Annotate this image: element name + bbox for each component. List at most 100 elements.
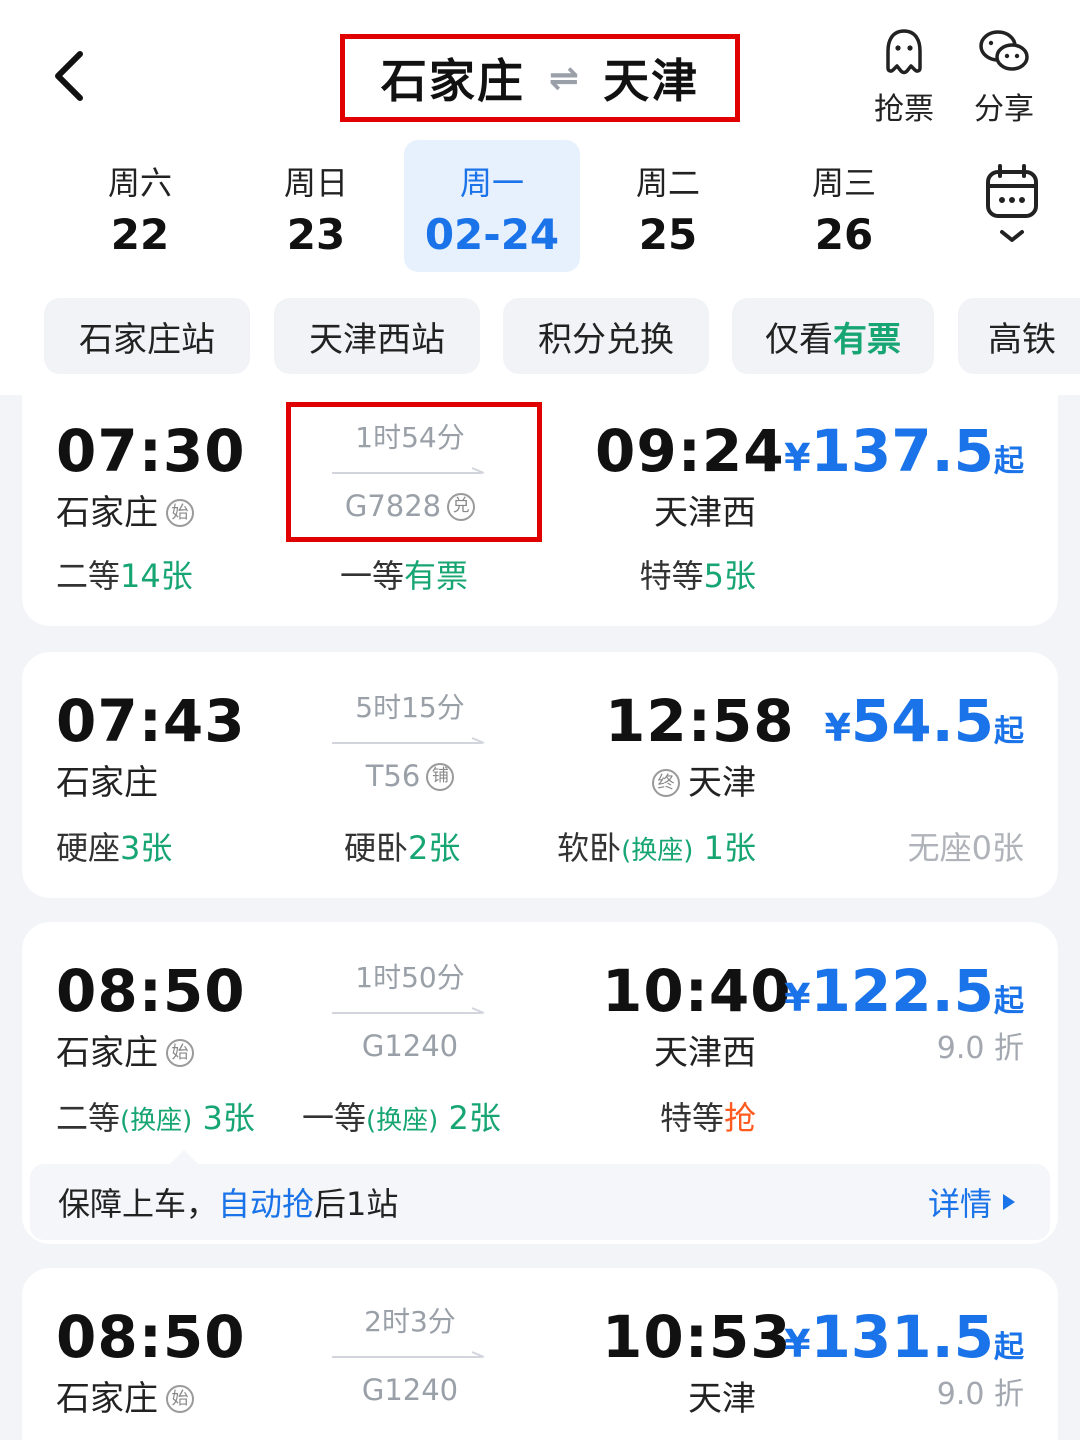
depart-station: 石家庄 始 — [56, 1036, 194, 1070]
price-suffix: 起 — [994, 984, 1024, 1019]
filter-chip-destination-station[interactable]: 天津西站 — [274, 298, 480, 374]
seat-note: (换座) — [621, 836, 694, 866]
arrive-time: 12:58 — [605, 687, 795, 755]
duration: 2时3分 — [364, 1305, 456, 1338]
currency-symbol: ¥ — [824, 706, 851, 750]
train-card[interactable]: 08:50 石家庄 始 1时50分 G1240 10:40 天津西 ¥122.5… — [22, 922, 1058, 1244]
depart-time: 08:50 — [56, 1303, 246, 1371]
seat-label: 二等 — [56, 557, 121, 595]
seat-note: (换座) — [120, 1106, 193, 1136]
header: 石家庄 ⇌ 天津 抢票 分享 周六 22 周日 23 周一 02-24 周二 2… — [0, 0, 1080, 395]
origin-tag: 始 — [166, 1039, 194, 1067]
arrive-time: 10:53 — [602, 1303, 792, 1371]
seat-second-class: 二等(换座) 3张 — [56, 1102, 255, 1134]
swap-icon[interactable]: ⇌ — [549, 58, 579, 99]
arrow-icon — [332, 737, 485, 744]
seat-unit: 张 — [160, 557, 193, 595]
price-value: 137.5 — [810, 417, 994, 485]
date-day: 02-24 — [424, 210, 560, 259]
destination-city: 天津 — [603, 54, 700, 108]
filter-chip-label: 仅看 — [765, 319, 833, 360]
depart-station: 石家庄 始 — [56, 496, 194, 530]
train-info: 1时50分 G1240 — [290, 964, 530, 1061]
station-name: 天津 — [688, 1379, 756, 1419]
seat-label: 硬座 — [56, 829, 121, 867]
duration: 5时15分 — [355, 691, 465, 724]
currency-symbol: ¥ — [784, 436, 811, 480]
share-label: 分享 — [974, 92, 1034, 127]
date-day: 25 — [638, 210, 698, 259]
wechat-icon — [979, 30, 1029, 71]
filter-chip-points-exchange[interactable]: 积分兑换 — [503, 298, 709, 374]
date-weekday: 周二 — [635, 164, 700, 202]
seat-count: 2 — [408, 829, 429, 867]
station-name: 石家庄 — [56, 763, 158, 803]
detail-link[interactable]: 详情 — [928, 1179, 1016, 1225]
seat-status: 有票 — [404, 557, 469, 595]
train-number: G1240 — [361, 1373, 459, 1407]
seat-label: 软卧 — [557, 829, 622, 867]
seat-premium: 特等5张 — [640, 560, 756, 592]
date-tab[interactable]: 周六 22 — [52, 140, 228, 272]
sleeper-tag: 铺 — [426, 762, 455, 791]
filter-chip-origin-station[interactable]: 石家庄站 — [44, 298, 250, 374]
pointer-caret — [170, 1150, 198, 1164]
train-card[interactable]: 07:43 石家庄 5时15分 T56 铺 12:58 终 天津 ¥54.5起 硬… — [22, 652, 1058, 898]
train-card[interactable]: 08:50 石家庄 始 2时3分 G1240 10:53 天津 ¥131.5起 … — [22, 1268, 1058, 1440]
station-name: 石家庄 — [56, 493, 158, 533]
currency-symbol: ¥ — [784, 976, 811, 1020]
arrive-time: 10:40 — [602, 957, 792, 1025]
share-button[interactable]: 分享 — [964, 26, 1044, 128]
date-weekday: 周日 — [283, 164, 348, 202]
terminal-tag: 终 — [652, 769, 680, 797]
train-number: T56 — [365, 759, 421, 793]
date-weekday: 周六 — [107, 164, 172, 202]
filter-chip-high-speed[interactable]: 高铁 — [958, 298, 1080, 374]
train-number: G1240 — [361, 1029, 459, 1063]
depart-time: 07:43 — [56, 687, 246, 755]
currency-symbol: ¥ — [784, 1322, 811, 1366]
grab-ticket-button[interactable]: 抢票 — [864, 26, 944, 128]
seat-unit: 张 — [723, 557, 756, 595]
date-tab[interactable]: 周日 23 — [228, 140, 404, 272]
auto-grab-link[interactable]: 自动抢 — [218, 1179, 314, 1225]
origin-tag: 始 — [166, 499, 194, 527]
origin-city: 石家庄 — [380, 54, 525, 108]
date-tab[interactable]: 周二 25 — [580, 140, 756, 272]
arrive-station: 终 天津 — [652, 766, 756, 800]
seat-count: 5 — [703, 557, 724, 595]
seat-count: 14 — [120, 557, 161, 595]
guarantee-banner[interactable]: 保障上车， 自动抢 后1站 详情 — [30, 1150, 1050, 1240]
date-tab-selected[interactable]: 周一 02-24 — [404, 140, 580, 272]
origin-tag: 始 — [166, 1385, 194, 1413]
station-name: 天津西 — [654, 493, 756, 533]
route-title[interactable]: 石家庄 ⇌ 天津 — [340, 34, 740, 122]
seat-count: 3 — [202, 1099, 223, 1137]
seat-soft-sleeper: 软卧(换座) 1张 — [557, 832, 756, 864]
date-scroll-fade — [890, 150, 950, 270]
station-name: 天津西 — [654, 1033, 756, 1073]
duration: 1时50分 — [355, 961, 465, 994]
seat-label: 硬卧 — [344, 829, 409, 867]
date-weekday: 周一 — [459, 164, 524, 202]
guarantee-text: 保障上车， — [58, 1185, 219, 1223]
station-name: 天津 — [688, 763, 756, 803]
seat-unit: 张 — [222, 1099, 255, 1137]
train-card[interactable]: 07:30 石家庄 始 1时54分 G7828 兑 09:24 天津西 ¥137.… — [22, 380, 1058, 626]
calendar-icon[interactable] — [980, 162, 1044, 252]
discount-label: 9.0 折 — [936, 1377, 1024, 1412]
arrive-station: 天津西 — [654, 496, 756, 530]
ghost-icon — [886, 29, 922, 75]
price-value: 122.5 — [810, 957, 994, 1025]
back-arrow-icon[interactable] — [48, 48, 98, 104]
seat-note: (换座) — [366, 1106, 439, 1136]
price-value: 54.5 — [850, 687, 994, 755]
depart-time: 08:50 — [56, 957, 246, 1025]
arrow-icon — [332, 1351, 485, 1358]
train-info: 2时3分 G1240 — [290, 1308, 530, 1405]
discount-label: 9.0 折 — [936, 1031, 1024, 1066]
seat-first-class: 一等有票 — [340, 560, 468, 592]
filter-chip-available-only[interactable]: 仅看 有票 — [732, 298, 934, 374]
seat-premium: 特等抢 — [660, 1102, 756, 1134]
seat-label: 一等 — [302, 1099, 367, 1137]
